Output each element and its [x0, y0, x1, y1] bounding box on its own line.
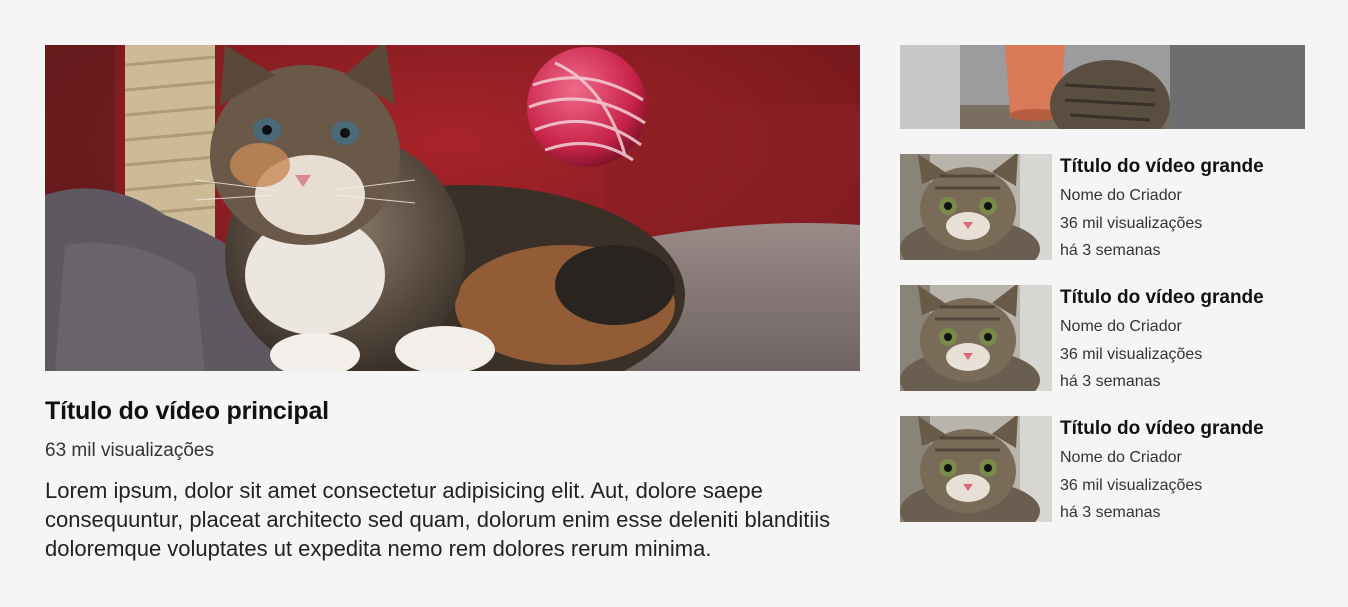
sidebar-video-list: Título do vídeo grande Nome do Criador 3… — [900, 45, 1305, 522]
sidebar-video-title[interactable]: Título do vídeo grande — [1060, 154, 1305, 180]
main-video-description: Lorem ipsum, dolor sit amet consectetur … — [45, 478, 831, 561]
tabby-kitten-image — [900, 285, 1052, 391]
sidebar-video-creator[interactable]: Nome do Criador — [1060, 444, 1305, 472]
kitten-with-ball-image — [45, 45, 860, 371]
main-video-thumbnail[interactable] — [45, 45, 860, 371]
sidebar-video-creator[interactable]: Nome do Criador — [1060, 182, 1305, 210]
sidebar-video-item[interactable]: Título do vídeo grande Nome do Criador 3… — [900, 285, 1305, 391]
sidebar-video-title[interactable]: Título do vídeo grande — [1060, 416, 1305, 442]
sidebar-video-views: 36 mil visualizações — [1060, 476, 1203, 494]
sidebar-video-item[interactable]: Título do vídeo grande Nome do Criador 3… — [900, 154, 1305, 260]
sidebar-video-thumbnail[interactable] — [900, 285, 1052, 391]
sidebar-video-info: Título do vídeo grande Nome do Criador 3… — [1060, 154, 1305, 265]
sidebar-video-creator[interactable]: Nome do Criador — [1060, 313, 1305, 341]
sidebar-video-info: Título do vídeo grande Nome do Criador 3… — [1060, 416, 1305, 527]
kitten-with-pot-image — [900, 45, 1305, 129]
sidebar-video-info: Título do vídeo grande Nome do Criador 3… — [1060, 285, 1305, 396]
sidebar-video-views: 36 mil visualizações — [1060, 345, 1203, 363]
sidebar-video-thumbnail[interactable] — [900, 154, 1052, 260]
tabby-kitten-image — [900, 416, 1052, 522]
sidebar-video-views: 36 mil visualizações — [1060, 214, 1203, 232]
sidebar-video-item[interactable]: Título do vídeo grande Nome do Criador 3… — [900, 416, 1305, 522]
sidebar-video-date: há 3 semanas — [1060, 504, 1161, 521]
sidebar-video-title[interactable]: Título do vídeo grande — [1060, 285, 1305, 311]
main-video-views: 63 mil visualizações — [45, 440, 214, 461]
sidebar-video-thumbnail[interactable] — [900, 416, 1052, 522]
sidebar-banner-image[interactable] — [900, 45, 1305, 129]
main-video-card: Título do vídeo principal 63 mil visuali… — [45, 45, 860, 563]
sidebar-video-date: há 3 semanas — [1060, 373, 1161, 390]
tabby-kitten-image — [900, 154, 1052, 260]
sidebar-video-date: há 3 semanas — [1060, 242, 1161, 259]
main-video-title[interactable]: Título do vídeo principal — [45, 397, 860, 426]
